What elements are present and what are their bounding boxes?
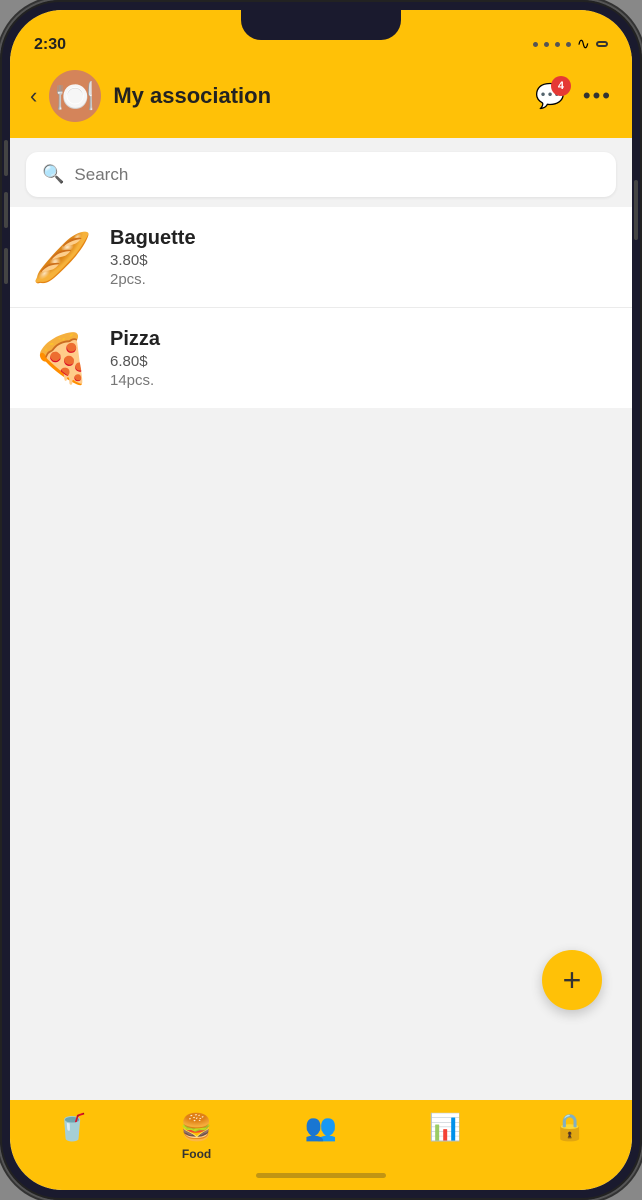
nav-item-stats[interactable]: 📊 — [429, 1112, 461, 1143]
item-name: Pizza — [110, 328, 160, 351]
header: ‹ 🍽️ My association 💬 4 ••• — [10, 60, 632, 138]
nav-item-drinks[interactable]: 🥤 — [56, 1112, 88, 1143]
plus-icon: + — [563, 962, 582, 999]
notch — [241, 10, 401, 40]
item-image-baguette: 🥖 — [30, 225, 94, 289]
search-bar[interactable]: 🔍 — [26, 152, 616, 197]
status-icons: ∿ — [533, 34, 608, 54]
phone-screen: 2:30 ∿ ‹ 🍽️ My association — [10, 10, 632, 1190]
signal-dot-2 — [544, 42, 549, 47]
phone-frame: 2:30 ∿ ‹ 🍽️ My association — [0, 0, 642, 1200]
main-content: 🔍 🥖 Baguette 3.80$ 2pcs. 🍕 Pizza — [10, 138, 632, 1100]
nav-item-members[interactable]: 👥 — [305, 1112, 337, 1143]
stats-icon: 📊 — [429, 1112, 461, 1143]
list-item[interactable]: 🍕 Pizza 6.80$ 14pcs. — [10, 308, 632, 408]
signal-dot-1 — [533, 42, 538, 47]
header-right: 💬 4 ••• — [535, 82, 612, 111]
item-image-pizza: 🍕 — [30, 326, 94, 390]
item-qty: 2pcs. — [110, 271, 196, 288]
item-price: 6.80$ — [110, 353, 160, 370]
signal-dot-4 — [566, 42, 571, 47]
signal-dot-3 — [555, 42, 560, 47]
add-button[interactable]: + — [542, 950, 602, 1010]
fab-container: + — [542, 950, 602, 1010]
account-icon: 🔒 — [554, 1112, 586, 1143]
item-price: 3.80$ — [110, 252, 196, 269]
drinks-icon: 🥤 — [56, 1112, 88, 1143]
item-info-pizza: Pizza 6.80$ 14pcs. — [110, 328, 160, 389]
page-title: My association — [113, 83, 271, 109]
search-input[interactable] — [74, 165, 600, 185]
members-icon: 👥 — [305, 1112, 337, 1143]
item-qty: 14pcs. — [110, 372, 160, 389]
nav-item-food[interactable]: 🍔 Food — [180, 1112, 212, 1161]
back-button[interactable]: ‹ — [30, 83, 37, 109]
wifi-icon: ∿ — [577, 34, 590, 54]
search-icon: 🔍 — [42, 164, 64, 185]
item-name: Baguette — [110, 227, 196, 250]
nav-food-label: Food — [182, 1147, 211, 1161]
status-time: 2:30 — [34, 36, 66, 54]
notification-button[interactable]: 💬 4 — [535, 82, 565, 111]
notification-badge: 4 — [551, 76, 571, 96]
nav-item-account[interactable]: 🔒 — [554, 1112, 586, 1143]
item-info-baguette: Baguette 3.80$ 2pcs. — [110, 227, 196, 288]
header-left: ‹ 🍽️ My association — [30, 70, 271, 122]
battery-icon — [596, 41, 608, 47]
list-item[interactable]: 🥖 Baguette 3.80$ 2pcs. — [10, 207, 632, 308]
more-options-button[interactable]: ••• — [583, 83, 612, 109]
home-indicator — [256, 1173, 386, 1178]
avatar[interactable]: 🍽️ — [49, 70, 101, 122]
food-list: 🥖 Baguette 3.80$ 2pcs. 🍕 Pizza 6.80$ 14p… — [10, 207, 632, 408]
food-icon: 🍔 — [180, 1112, 212, 1143]
